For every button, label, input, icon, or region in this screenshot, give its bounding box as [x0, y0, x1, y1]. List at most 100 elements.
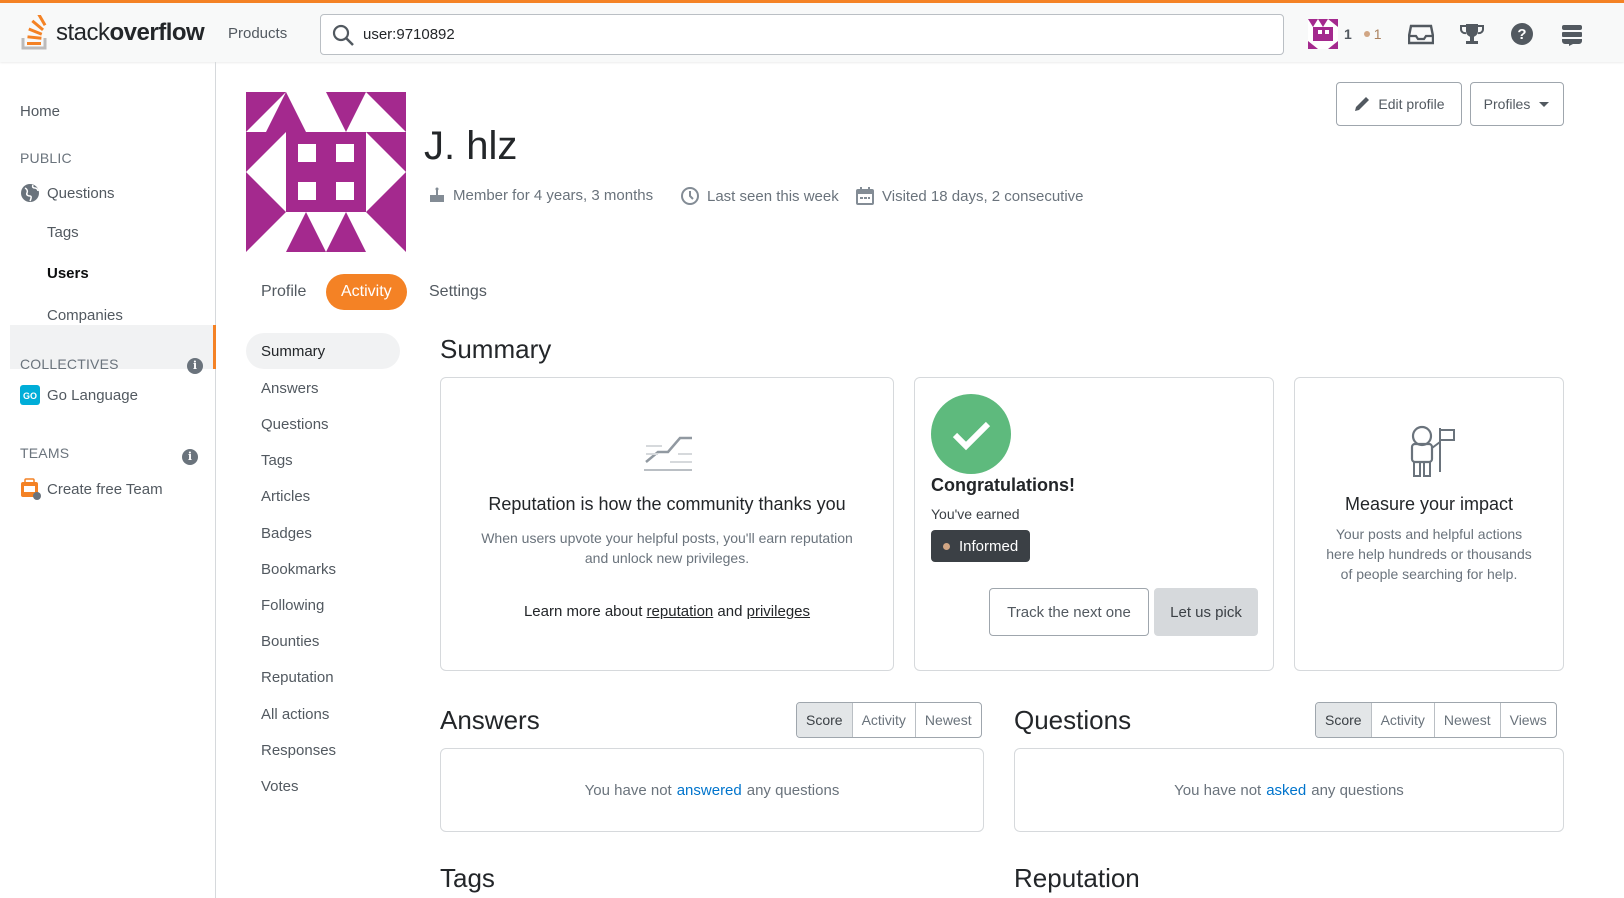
sidebar-item-label: Questions	[47, 184, 115, 202]
pencil-icon	[1355, 97, 1370, 111]
reputation-chart-icon	[644, 436, 692, 471]
search-input[interactable]	[363, 26, 1243, 43]
questions-sort-newest[interactable]: Newest	[1433, 703, 1500, 737]
privileges-link[interactable]: privileges	[747, 603, 810, 620]
let-us-pick-button[interactable]: Let us pick	[1154, 588, 1258, 636]
profile-avatar[interactable]	[246, 92, 406, 252]
answers-empty-state: You have not answered any questions	[440, 748, 984, 832]
svg-text:?: ?	[1517, 26, 1526, 43]
impact-card-title: Measure your impact	[1344, 494, 1514, 514]
subnav-articles[interactable]: Articles	[246, 478, 400, 514]
teams-info-icon[interactable]: i	[182, 449, 198, 465]
profile-username: J. hlz	[424, 124, 518, 168]
questions-sort-activity[interactable]: Activity	[1370, 703, 1434, 737]
left-sidebar: Home PUBLIC Questions Tags Users Compani…	[0, 62, 216, 898]
checkmark-circle-icon	[931, 394, 1011, 474]
sidebar-item-label: Create free Team	[47, 480, 163, 498]
sidebar-heading-teams: TEAMS	[20, 445, 70, 461]
stack-logo-icon	[21, 15, 47, 50]
clock-icon	[681, 187, 699, 205]
summary-heading: Summary	[440, 334, 552, 364]
subnav-responses[interactable]: Responses	[246, 732, 400, 768]
search-icon	[332, 24, 354, 46]
profiles-dropdown-button[interactable]: Profiles	[1470, 82, 1564, 126]
stackoverflow-logo[interactable]: stackoverflow	[20, 13, 205, 53]
top-user-area: 1 1 ?	[1308, 17, 1584, 51]
achievements-trophy-icon[interactable]	[1459, 22, 1484, 46]
tab-profile[interactable]: Profile	[246, 274, 321, 310]
sidebar-item-label: Go Language	[47, 386, 138, 404]
site-switcher-icon[interactable]	[1560, 22, 1584, 46]
questions-sort-group: Score Activity Newest Views	[1315, 702, 1557, 738]
answers-heading: Answers	[440, 705, 540, 735]
sidebar-item-go-language[interactable]: GO Go Language	[20, 385, 138, 405]
answers-sort-activity[interactable]: Activity	[851, 703, 915, 737]
subnav-badges[interactable]: Badges	[246, 515, 400, 551]
subnav-questions[interactable]: Questions	[246, 406, 400, 442]
asked-link[interactable]: asked	[1266, 782, 1306, 799]
impact-card-text-2: here help hundreds or thousands	[1326, 546, 1532, 562]
subnav-all-actions[interactable]: All actions	[246, 696, 400, 732]
subnav-reputation[interactable]: Reputation	[246, 659, 400, 695]
subnav-bounties[interactable]: Bounties	[246, 623, 400, 659]
learn-more-line: Learn more about reputation and privileg…	[523, 603, 811, 620]
track-next-button[interactable]: Track the next one	[989, 588, 1149, 636]
badge-card: Congratulations! You've earned Informed …	[914, 377, 1274, 671]
sidebar-item-tags[interactable]: Tags	[47, 224, 79, 241]
bronze-badge-count: 1	[1363, 26, 1382, 42]
impact-card-text-3: of people searching for help.	[1340, 566, 1518, 582]
sidebar-item-companies[interactable]: Companies	[47, 307, 123, 324]
tab-settings[interactable]: Settings	[414, 274, 502, 310]
inbox-icon[interactable]	[1407, 22, 1434, 46]
questions-heading: Questions	[1014, 705, 1132, 735]
visited-days: Visited 18 days, 2 consecutive	[855, 186, 1084, 206]
sidebar-item-home[interactable]: Home	[20, 103, 60, 120]
reputation-link[interactable]: reputation	[647, 603, 714, 620]
questions-empty-state: You have not asked any questions	[1014, 748, 1564, 832]
sidebar-heading-public: PUBLIC	[20, 150, 72, 166]
help-icon[interactable]: ?	[1510, 22, 1534, 46]
answers-sort-score[interactable]: Score	[797, 703, 852, 737]
globe-icon	[21, 184, 39, 202]
caret-down-icon	[1539, 102, 1550, 107]
answered-link[interactable]: answered	[677, 782, 742, 799]
edit-profile-button[interactable]: Edit profile	[1336, 82, 1462, 126]
search-box[interactable]	[320, 14, 1284, 55]
products-link[interactable]: Products	[222, 23, 293, 44]
member-for: Member for 4 years, 3 months	[428, 186, 653, 204]
earned-label: You've earned	[931, 506, 1020, 522]
subnav-bookmarks[interactable]: Bookmarks	[246, 551, 400, 587]
answers-sort-newest[interactable]: Newest	[914, 703, 981, 737]
bronze-dot-icon	[1363, 31, 1370, 37]
impact-card: Measure your impact Your posts and helpf…	[1294, 377, 1564, 671]
subnav-following[interactable]: Following	[246, 587, 400, 623]
sidebar-item-questions[interactable]: Questions	[20, 183, 115, 203]
cake-icon	[430, 187, 444, 202]
congratulations-title: Congratulations!	[931, 475, 1075, 495]
tags-heading: Tags	[440, 863, 495, 893]
answers-sort-group: Score Activity Newest	[796, 702, 982, 738]
sidebar-item-create-team[interactable]: Create free Team	[20, 478, 163, 500]
logo-text: stackoverflow	[56, 19, 205, 46]
last-seen: Last seen this week	[680, 186, 839, 206]
questions-sort-score[interactable]: Score	[1316, 703, 1371, 737]
collectives-info-icon[interactable]: i	[187, 358, 203, 374]
tab-activity[interactable]: Activity	[326, 274, 407, 310]
bronze-dot-icon	[943, 542, 950, 550]
reputation-card-text-1: When users upvote your helpful posts, yo…	[481, 530, 853, 546]
sidebar-item-users[interactable]: Users	[47, 265, 89, 282]
svg-text:GO: GO	[23, 391, 37, 401]
informed-badge[interactable]: Informed	[931, 530, 1031, 562]
calendar-icon	[856, 187, 874, 205]
subnav-answers[interactable]: Answers	[246, 370, 400, 406]
questions-sort-views[interactable]: Views	[1499, 703, 1556, 737]
subnav-tags[interactable]: Tags	[246, 442, 400, 478]
reputation-count: 1	[1344, 26, 1352, 42]
subnav-summary[interactable]: Summary	[246, 333, 400, 369]
user-avatar-icon[interactable]	[1308, 19, 1338, 49]
go-language-icon: GO	[20, 385, 40, 405]
subnav-votes[interactable]: Votes	[246, 768, 400, 804]
reputation-card-title: Reputation is how the community thanks y…	[488, 494, 846, 514]
reputation-heading: Reputation	[1014, 863, 1140, 893]
reputation-card-text-2: and unlock new privileges.	[584, 550, 750, 566]
